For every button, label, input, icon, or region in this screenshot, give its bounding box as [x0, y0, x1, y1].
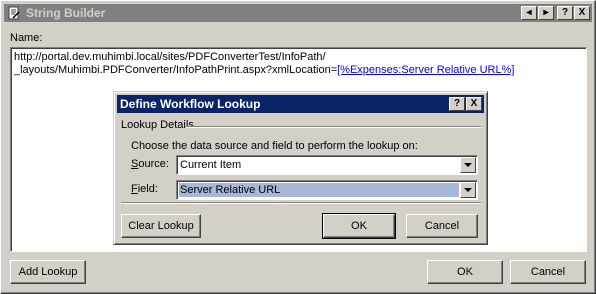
- chevron-down-icon[interactable]: [460, 157, 476, 173]
- add-lookup-button[interactable]: Add Lookup: [10, 260, 86, 284]
- scroll-right-button[interactable]: ▸: [538, 6, 554, 20]
- dialog-separator: [121, 202, 481, 204]
- lookup-token[interactable]: [%Expenses:Server Relative URL%]: [337, 64, 514, 76]
- dialog-close-button[interactable]: X: [466, 97, 482, 111]
- source-dropdown[interactable]: Current Item: [176, 155, 478, 175]
- field-dropdown-value: Server Relative URL: [179, 183, 459, 197]
- group-divider: [186, 126, 481, 128]
- window-titlebar-buttons: ◂ ▸ ? X: [520, 6, 590, 20]
- dialog-ok-button[interactable]: OK: [322, 213, 396, 239]
- scroll-left-button[interactable]: ◂: [521, 6, 537, 20]
- dialog-help-button[interactable]: ?: [449, 97, 465, 111]
- source-dropdown-value: Current Item: [180, 159, 242, 171]
- source-label-rest: ource:: [138, 158, 169, 170]
- define-workflow-lookup-dialog: Define Workflow Lookup ? X Lookup Detail…: [113, 91, 488, 245]
- field-dropdown[interactable]: Server Relative URL: [176, 180, 478, 200]
- dialog-title: Define Workflow Lookup: [120, 97, 261, 111]
- field-label-rest: ield:: [137, 183, 158, 195]
- window-titlebar[interactable]: String Builder ◂ ▸ ? X: [4, 4, 592, 22]
- ok-button[interactable]: OK: [427, 260, 503, 284]
- window-title: String Builder: [26, 6, 106, 20]
- name-label: Name:: [10, 32, 43, 44]
- textarea-line-2-prefix: _layouts/Muhimbi.PDFConverter/InfoPathPr…: [14, 64, 338, 76]
- close-button[interactable]: X: [574, 6, 590, 20]
- help-button[interactable]: ?: [557, 6, 573, 20]
- instruction-text: Choose the data source and field to perf…: [131, 140, 418, 152]
- chevron-down-icon[interactable]: [460, 182, 476, 198]
- source-label: Source:: [131, 158, 169, 170]
- clear-lookup-button[interactable]: Clear Lookup: [121, 214, 201, 238]
- field-label-accel: F: [131, 183, 138, 195]
- textarea-line-2: _layouts/Muhimbi.PDFConverter/InfoPathPr…: [14, 64, 583, 77]
- cancel-button[interactable]: Cancel: [510, 260, 586, 284]
- document-edit-icon: [6, 5, 22, 21]
- dialog-titlebar-buttons: ? X: [448, 97, 482, 111]
- dialog-titlebar[interactable]: Define Workflow Lookup ? X: [117, 95, 484, 113]
- string-builder-window: String Builder ◂ ▸ ? X Name: http://port…: [0, 0, 596, 294]
- lookup-details-group-label: Lookup Details: [121, 119, 194, 131]
- dialog-cancel-button[interactable]: Cancel: [406, 214, 478, 238]
- textarea-line-1: http://portal.dev.muhimbi.local/sites/PD…: [14, 51, 326, 63]
- field-label: Field:: [131, 183, 158, 195]
